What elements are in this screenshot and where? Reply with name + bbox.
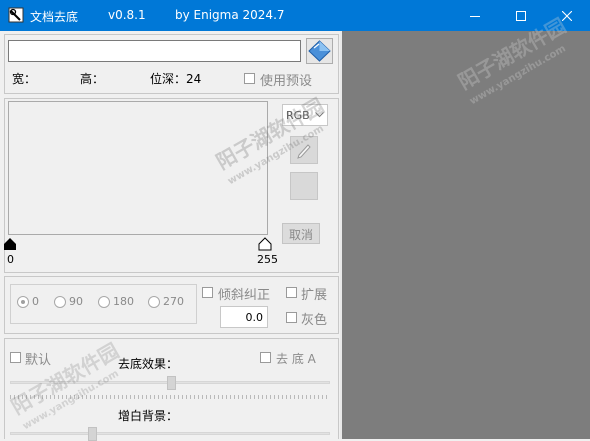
rotate-180-label: 180 [113, 295, 134, 308]
splitter[interactable] [340, 31, 342, 439]
file-path-input[interactable] [8, 40, 301, 62]
whiten-bg-label: 增白背景： [118, 409, 179, 423]
black-point-value: 0 [7, 253, 14, 266]
color-swatch-button[interactable] [290, 172, 318, 200]
effect-slider-ticks [10, 395, 330, 399]
default-label: 默认 [25, 353, 52, 368]
close-button[interactable] [544, 0, 590, 31]
deskew-label: 倾斜纠正 [218, 288, 271, 303]
minimize-button[interactable] [452, 0, 498, 31]
cancel-button[interactable]: 取消 [282, 223, 320, 244]
width-label: 宽： [12, 72, 37, 86]
chevron-down-icon [315, 112, 324, 118]
channel-select-value: RGB [286, 109, 310, 122]
default-checkbox[interactable] [10, 352, 21, 363]
remove-bg-checkbox[interactable] [260, 352, 271, 363]
expand-checkbox[interactable] [286, 287, 297, 298]
rotate-270-label: 270 [163, 295, 184, 308]
effect-strength-label: 去底效果： [118, 357, 179, 371]
minimize-icon [470, 15, 480, 17]
maximize-icon [516, 10, 526, 21]
window-title: 文档去底 [30, 10, 79, 24]
white-point-value: 255 [257, 253, 278, 266]
effect-slider-thumb[interactable] [167, 376, 176, 390]
rotate-90-radio[interactable] [54, 296, 66, 308]
maximize-button[interactable] [498, 0, 544, 31]
cancel-button-label: 取消 [288, 228, 313, 242]
angle-input[interactable]: 0.0 [220, 306, 268, 328]
histogram-canvas [8, 101, 268, 235]
pen-icon [297, 144, 311, 159]
use-preset-checkbox[interactable] [244, 73, 255, 84]
gray-label: 灰色 [301, 313, 328, 328]
whiten-slider-track[interactable] [10, 432, 330, 435]
pen-tool-button[interactable] [290, 136, 318, 164]
image-preview[interactable] [342, 31, 590, 439]
expand-label: 扩展 [301, 288, 328, 303]
open-file-button[interactable] [306, 38, 333, 64]
deskew-checkbox[interactable] [202, 287, 213, 298]
rotate-0-label: 0 [32, 295, 39, 308]
author-label: by Enigma 2024.7 [175, 8, 285, 22]
angle-value: 0.0 [245, 311, 264, 324]
rotate-270-radio[interactable] [148, 296, 160, 308]
black-point-slider[interactable] [3, 237, 17, 251]
diamond-icon [308, 40, 331, 62]
remove-bg-label: 去 底 A [276, 352, 316, 366]
title-bar: 文档去底 v0.8.1 by Enigma 2024.7 [0, 0, 590, 31]
bit-depth-label: 位深：24 [150, 72, 202, 86]
white-point-slider[interactable] [258, 237, 272, 251]
height-label: 高： [80, 72, 105, 86]
close-icon [562, 10, 572, 21]
gray-checkbox[interactable] [286, 312, 297, 323]
use-preset-label: 使用预设 [260, 74, 313, 89]
channel-select[interactable]: RGB [282, 104, 328, 126]
rotate-0-radio[interactable] [17, 296, 29, 308]
app-icon [8, 7, 24, 23]
rotate-90-label: 90 [69, 295, 83, 308]
rotate-180-radio[interactable] [98, 296, 110, 308]
version-label: v0.8.1 [108, 8, 146, 22]
